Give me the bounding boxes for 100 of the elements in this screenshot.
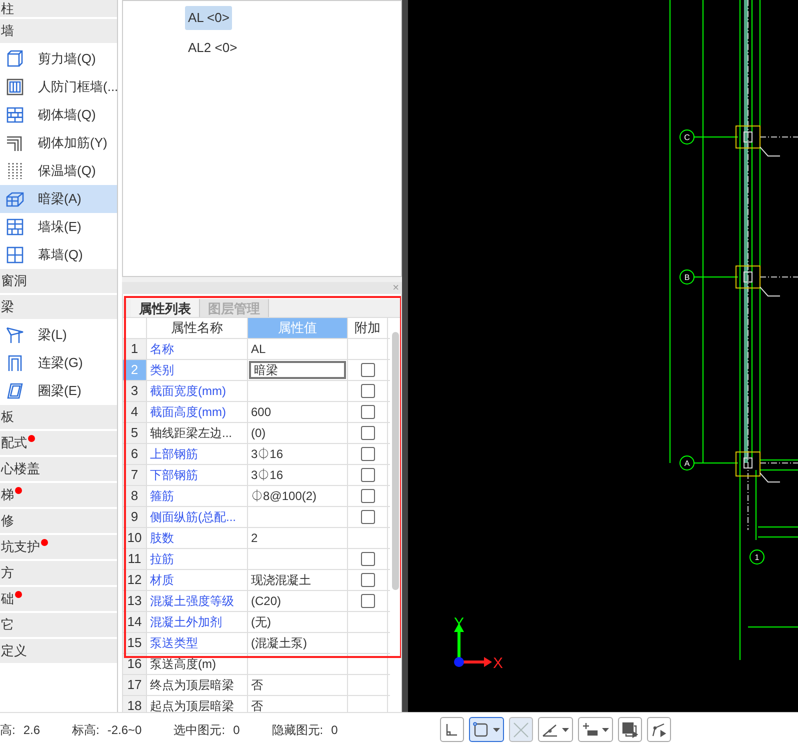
toolbar-button[interactable] bbox=[578, 717, 613, 742]
category-header[interactable]: 梁 bbox=[0, 295, 117, 321]
property-name: 混凝土外加剂 bbox=[147, 612, 248, 632]
category-header[interactable]: 定义 bbox=[0, 639, 117, 665]
category-header[interactable]: 础 bbox=[0, 587, 117, 613]
row-number: 13 bbox=[123, 591, 147, 611]
property-name: 混凝土强度等级 bbox=[147, 591, 248, 611]
property-name: 轴线距梁左边... bbox=[147, 423, 248, 443]
checkbox[interactable] bbox=[360, 426, 374, 440]
component-item[interactable]: 圈梁(E) bbox=[0, 377, 117, 405]
category-header[interactable]: 配式 bbox=[0, 431, 117, 457]
checkbox[interactable] bbox=[360, 405, 374, 419]
property-name: 下部钢筋 bbox=[147, 465, 248, 485]
category-header[interactable]: 墙 bbox=[0, 19, 117, 45]
category-label: 定义 bbox=[0, 642, 27, 660]
status-label: 隐藏图元: bbox=[272, 722, 324, 738]
property-name: 泵送高度(m) bbox=[147, 654, 248, 674]
x-axis-label: X bbox=[493, 656, 504, 671]
ortho-icon bbox=[444, 722, 460, 738]
component-item[interactable]: 暗梁(A) bbox=[0, 185, 117, 213]
category-label: 心楼盖 bbox=[0, 460, 40, 478]
property-value[interactable]: 3⏀16 bbox=[248, 465, 347, 485]
row-number: 16 bbox=[123, 654, 147, 674]
row-number: 5 bbox=[123, 423, 147, 443]
category-header[interactable]: 方 bbox=[0, 561, 117, 587]
property-name: 名称 bbox=[147, 339, 248, 359]
layers-icon bbox=[622, 722, 638, 738]
property-value[interactable]: (混凝土泵) bbox=[248, 633, 347, 653]
status-value: 2.6 bbox=[23, 722, 40, 738]
checkbox[interactable] bbox=[360, 552, 374, 566]
row-number: 12 bbox=[123, 570, 147, 590]
checkbox[interactable] bbox=[360, 594, 374, 608]
row-number: 17 bbox=[123, 675, 147, 695]
toolbar-button[interactable] bbox=[647, 717, 671, 742]
scrollbar-thumb[interactable] bbox=[392, 332, 399, 590]
row-number: 7 bbox=[123, 465, 147, 485]
category-header[interactable]: 修 bbox=[0, 509, 117, 535]
checkbox[interactable] bbox=[360, 510, 374, 524]
property-name: 终点为顶层暗梁 bbox=[147, 675, 248, 695]
row-number: 1 bbox=[123, 339, 147, 359]
category-header[interactable]: 窗洞 bbox=[0, 269, 117, 295]
toolbar-button[interactable] bbox=[618, 717, 642, 742]
component-item[interactable]: 人防门框墙(... bbox=[0, 73, 117, 101]
category-header[interactable]: 柱 bbox=[0, 0, 117, 19]
component-item[interactable]: 剪力墙(Q) bbox=[0, 45, 117, 73]
category-header[interactable]: 板 bbox=[0, 405, 117, 431]
status-value: 0 bbox=[331, 722, 338, 738]
category-label: 配式 bbox=[0, 434, 27, 452]
toolbar-button[interactable] bbox=[538, 717, 573, 742]
property-value[interactable]: 2 bbox=[248, 528, 347, 548]
property-name: 箍筋 bbox=[147, 486, 248, 506]
property-value[interactable]: (C20) bbox=[248, 591, 347, 611]
property-value[interactable]: 否 bbox=[248, 675, 347, 695]
category-header[interactable]: 梯 bbox=[0, 483, 117, 509]
checkbox[interactable] bbox=[360, 573, 374, 587]
component-item[interactable]: 砌体加筋(Y) bbox=[0, 129, 117, 157]
property-value[interactable]: 暗梁 bbox=[249, 361, 346, 379]
toolbar-button[interactable] bbox=[469, 717, 504, 742]
row-number: 8 bbox=[123, 486, 147, 506]
component-entry[interactable]: AL <0> bbox=[185, 6, 232, 30]
property-value[interactable]: 600 bbox=[248, 402, 347, 422]
component-item[interactable]: 砌体墙(Q) bbox=[0, 101, 117, 129]
component-item[interactable]: 幕墙(Q) bbox=[0, 241, 117, 269]
status-value: 0 bbox=[233, 722, 240, 738]
property-value[interactable]: (0) bbox=[248, 423, 347, 443]
property-value[interactable]: ⏀8@100(2) bbox=[248, 486, 347, 506]
dimension-icon bbox=[582, 722, 598, 738]
rectangle-icon bbox=[473, 722, 489, 738]
category-header[interactable]: 坑支护 bbox=[0, 535, 117, 561]
property-name: 拉筋 bbox=[147, 549, 248, 569]
component-item[interactable]: 梁(L) bbox=[0, 321, 117, 349]
checkbox[interactable] bbox=[360, 489, 374, 503]
column-header: 附加 bbox=[348, 318, 388, 338]
property-name: 截面宽度(mm) bbox=[147, 381, 248, 401]
category-header[interactable]: 它 bbox=[0, 613, 117, 639]
property-value[interactable]: 3⏀16 bbox=[248, 444, 347, 464]
status-label: 标高: bbox=[72, 722, 100, 738]
property-value[interactable]: AL bbox=[248, 339, 347, 359]
checkbox[interactable] bbox=[360, 384, 374, 398]
category-label: 它 bbox=[0, 616, 14, 634]
property-value[interactable]: 否 bbox=[248, 696, 347, 712]
category-label: 窗洞 bbox=[0, 272, 27, 290]
category-header[interactable]: 心楼盖 bbox=[0, 457, 117, 483]
category-label: 板 bbox=[0, 408, 14, 426]
component-item[interactable]: 墙垛(E) bbox=[0, 213, 117, 241]
row-number: 14 bbox=[123, 612, 147, 632]
row-number: 9 bbox=[123, 507, 147, 527]
property-value[interactable]: (无) bbox=[248, 612, 347, 632]
component-item[interactable]: 保温墙(Q) bbox=[0, 157, 117, 185]
checkbox[interactable] bbox=[360, 363, 374, 377]
caret-icon bbox=[602, 728, 609, 732]
column-header: 属性值 bbox=[248, 318, 348, 338]
toolbar-button[interactable] bbox=[440, 717, 464, 742]
checkbox[interactable] bbox=[360, 468, 374, 482]
component-entry[interactable]: AL2 <0> bbox=[185, 36, 240, 59]
checkbox[interactable] bbox=[360, 447, 374, 461]
property-name: 侧面纵筋(总配... bbox=[147, 507, 248, 527]
component-item[interactable]: 连梁(G) bbox=[0, 349, 117, 377]
property-value[interactable]: 现浇混凝土 bbox=[248, 570, 347, 590]
category-label: 础 bbox=[0, 590, 14, 608]
